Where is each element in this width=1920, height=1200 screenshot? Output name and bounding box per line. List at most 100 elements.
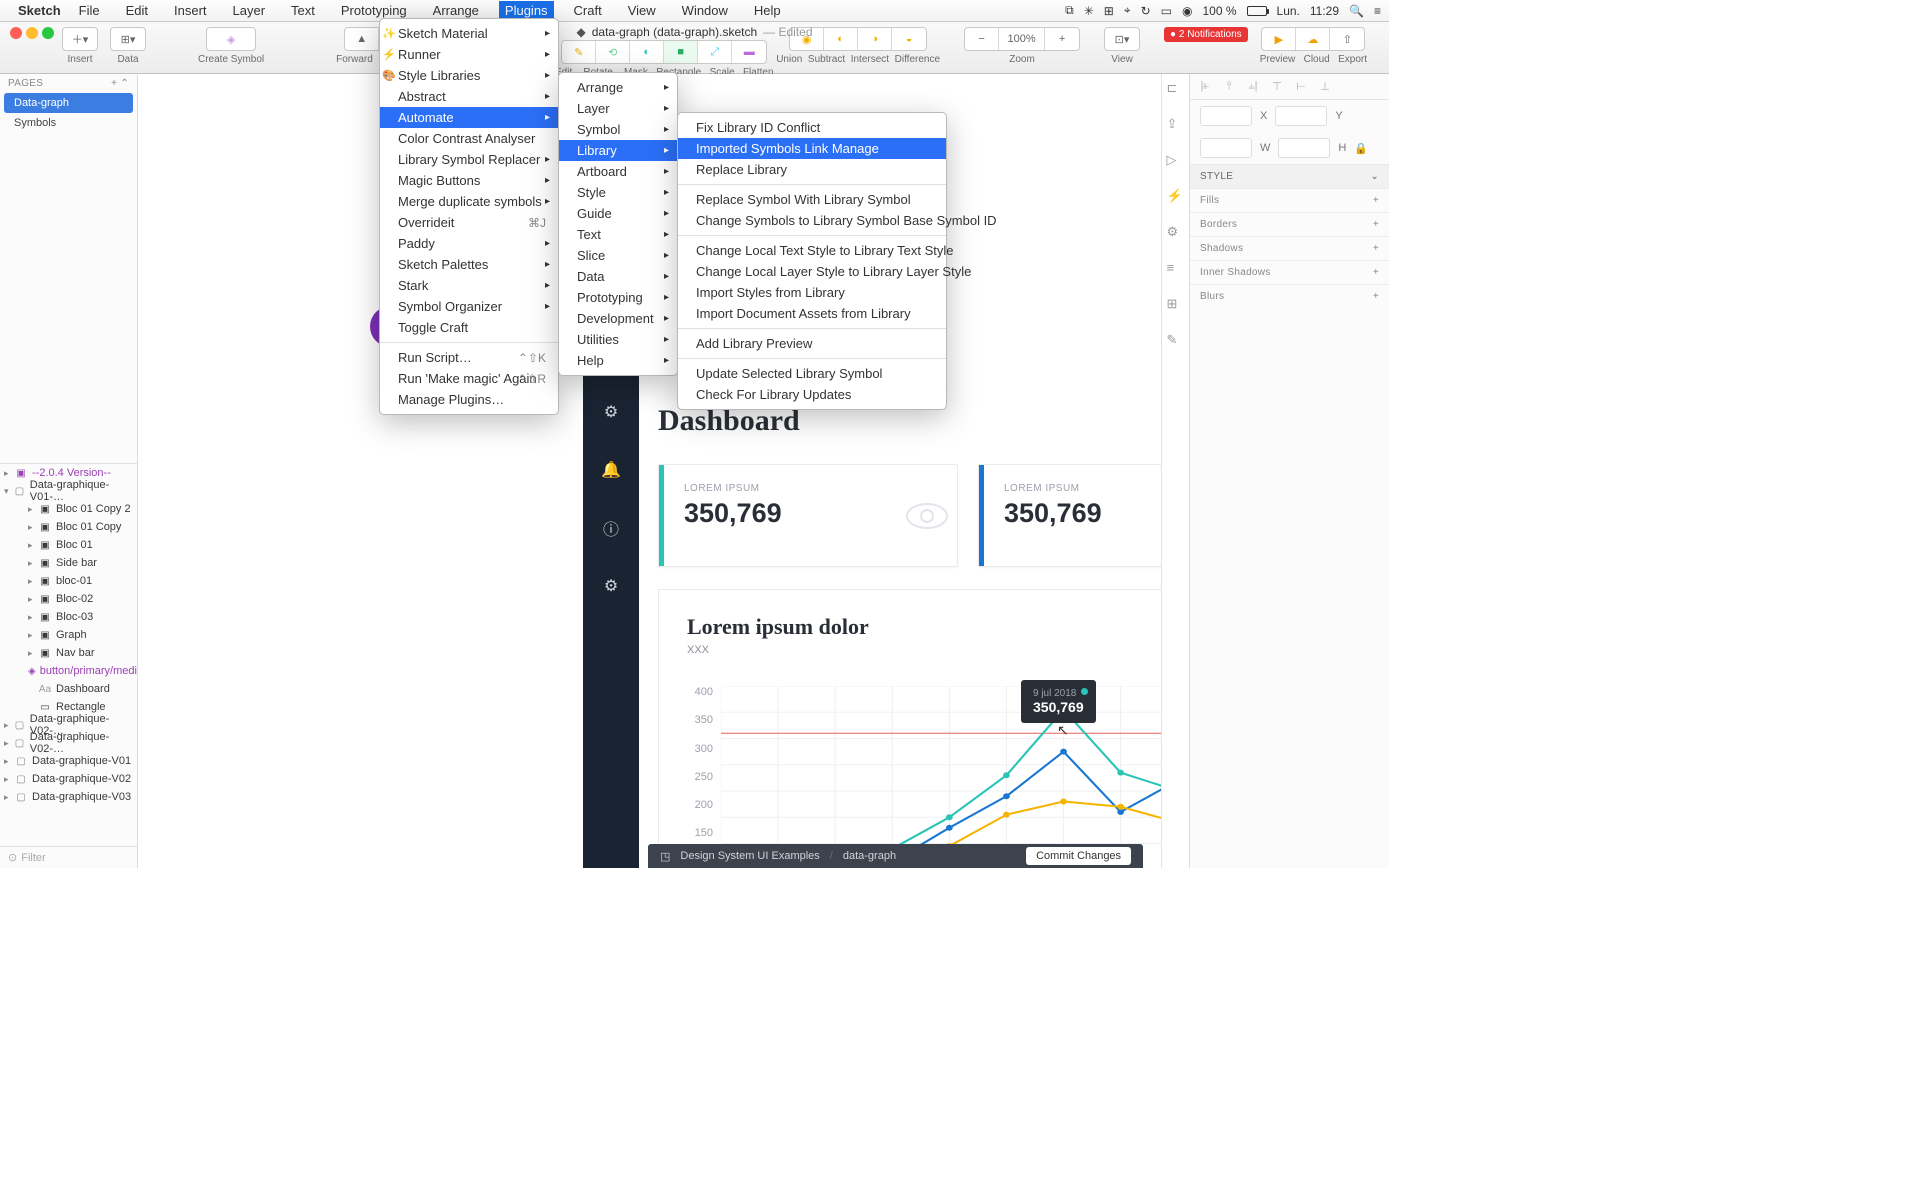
export-button[interactable]: ⇧ [1330,28,1364,50]
edit-button[interactable]: ✎ [562,41,596,63]
menu-item[interactable]: Change Local Text Style to Library Text … [678,240,946,261]
list-icon[interactable]: ≡ [1167,260,1185,278]
data-button[interactable]: ⊞▾ [111,28,145,50]
menu-item[interactable]: Color Contrast Analyser [380,128,558,149]
close-window-icon[interactable] [10,27,22,39]
menu-item[interactable]: Library Symbol Replacer▸ [380,149,558,170]
zoom-value[interactable]: 100% [999,28,1045,50]
menu-text[interactable]: Text [285,1,321,20]
menu-item[interactable]: Help▸ [559,350,677,371]
menu-item[interactable]: Check For Library Updates [678,384,946,405]
borders-label[interactable]: Borders [1200,219,1237,230]
grid-icon[interactable]: ⊞ [1167,296,1185,314]
align-mid-icon[interactable]: ⊢ [1292,78,1310,96]
menu-item[interactable]: Stark▸ [380,275,558,296]
align-left-icon[interactable]: |⫦ [1196,78,1214,96]
y-field[interactable] [1275,106,1327,126]
menu-item[interactable]: Utilities▸ [559,329,677,350]
commit-button[interactable]: Commit Changes [1026,847,1131,865]
align-center-icon[interactable]: ⫯ [1220,78,1238,96]
layer-row[interactable]: ◈button/primary/medi… [0,662,137,680]
menu-item[interactable]: Add Library Preview [678,333,946,354]
layer-row[interactable]: ▸▣Bloc-02 [0,590,137,608]
menu-item[interactable]: Automate▸ [380,107,558,128]
export-icon[interactable]: ⇪ [1167,116,1185,134]
app-icon[interactable]: ⌖ [1124,3,1131,18]
menu-item[interactable]: Abstract▸ [380,86,558,107]
view-button[interactable]: ⊡▾ [1105,28,1139,50]
menu-icon[interactable]: ≡ [1374,4,1381,18]
menu-file[interactable]: File [73,1,106,20]
menu-item[interactable]: ✨Sketch Material▸ [380,23,558,44]
maximize-window-icon[interactable] [42,27,54,39]
menu-item[interactable]: Imported Symbols Link Manage [678,138,946,159]
scale-button[interactable]: ⤢ [698,41,732,63]
menu-view[interactable]: View [622,1,662,20]
fills-label[interactable]: Fills [1200,195,1219,206]
menu-item[interactable]: Fix Library ID Conflict [678,117,946,138]
inner-label[interactable]: Inner Shadows [1200,267,1271,278]
notifications-badge[interactable]: ● 2 Notifications [1164,27,1248,42]
menu-item[interactable]: Import Document Assets from Library [678,303,946,324]
menu-item[interactable]: Library▸ [559,140,677,161]
insert-button[interactable]: ＋▾ [63,28,97,50]
menu-item[interactable]: Overrideit⌘J [380,212,558,233]
menu-item[interactable]: Artboard▸ [559,161,677,182]
align-bot-icon[interactable]: ⊥ [1316,78,1334,96]
shadows-label[interactable]: Shadows [1200,243,1243,254]
dropbox-icon[interactable]: ⧉ [1065,3,1074,18]
forward-button[interactable]: ▲ [345,28,379,50]
menu-insert[interactable]: Insert [168,1,213,20]
menu-item[interactable]: Change Symbols to Library Symbol Base Sy… [678,210,946,231]
layer-row[interactable]: ▸▣Bloc 01 [0,536,137,554]
menu-item[interactable]: Import Styles from Library [678,282,946,303]
subtract-button[interactable]: ◐ [824,28,858,50]
zoom-in-button[interactable]: + [1045,28,1079,50]
spotlight-icon[interactable]: 🔍 [1349,4,1364,18]
bolt-icon[interactable]: ⚡ [1167,188,1185,206]
clock-time[interactable]: 11:29 [1310,4,1339,18]
menu-item[interactable]: Toggle Craft [380,317,558,338]
inspect-icon[interactable]: ⊏ [1167,80,1185,98]
layer-row[interactable]: AaDashboard [0,680,137,698]
preview-button[interactable]: ▶ [1262,28,1296,50]
menu-item[interactable]: Layer▸ [559,98,677,119]
menu-item[interactable]: Text▸ [559,224,677,245]
layer-row[interactable]: ▸▢Data-graphique-V01 [0,752,137,770]
create-symbol-button[interactable]: ◈ [207,28,255,50]
menu-item[interactable]: Style▸ [559,182,677,203]
wifi-icon[interactable]: ◉ [1182,4,1192,18]
app-name[interactable]: Sketch [18,3,61,18]
filter-input[interactable]: ⊙ Filter [0,846,137,868]
menu-item[interactable]: ⚡Runner▸ [380,44,558,65]
menu-item[interactable]: 🎨Style Libraries▸ [380,65,558,86]
menu-window[interactable]: Window [676,1,734,20]
sync-icon[interactable]: ↻ [1141,4,1151,18]
menu-item[interactable]: Update Selected Library Symbol [678,363,946,384]
w-field[interactable] [1200,138,1252,158]
layer-row[interactable]: ▸▣Nav bar [0,644,137,662]
align-top-icon[interactable]: ⊤ [1268,78,1286,96]
layer-row[interactable]: ▸▢Data-graphique-V02 [0,770,137,788]
layer-row[interactable]: ▸▢Data-graphique-V03 [0,788,137,806]
layer-row[interactable]: ▸▣Bloc 01 Copy 2 [0,500,137,518]
menu-item[interactable]: Change Local Layer Style to Library Laye… [678,261,946,282]
menu-item[interactable]: Magic Buttons▸ [380,170,558,191]
breadcrumb-b[interactable]: data-graph [843,850,896,862]
menu-item[interactable]: Sketch Palettes▸ [380,254,558,275]
menu-item[interactable]: Prototyping▸ [559,287,677,308]
x-field[interactable] [1200,106,1252,126]
display-icon[interactable]: ▭ [1161,4,1172,18]
h-field[interactable] [1278,138,1330,158]
menu-item[interactable]: Guide▸ [559,203,677,224]
menu-item[interactable]: Manage Plugins… [380,389,558,410]
zoom-out-button[interactable]: − [965,28,999,50]
blurs-label[interactable]: Blurs [1200,291,1224,302]
menu-item[interactable]: Arrange▸ [559,77,677,98]
menu-layer[interactable]: Layer [227,1,272,20]
difference-button[interactable]: ◒ [892,28,926,50]
add-shadow-icon[interactable]: + [1373,243,1379,254]
menu-item[interactable]: Symbol▸ [559,119,677,140]
flatten-button[interactable]: ▬ [732,41,766,63]
add-page-icon[interactable]: + [111,78,117,89]
